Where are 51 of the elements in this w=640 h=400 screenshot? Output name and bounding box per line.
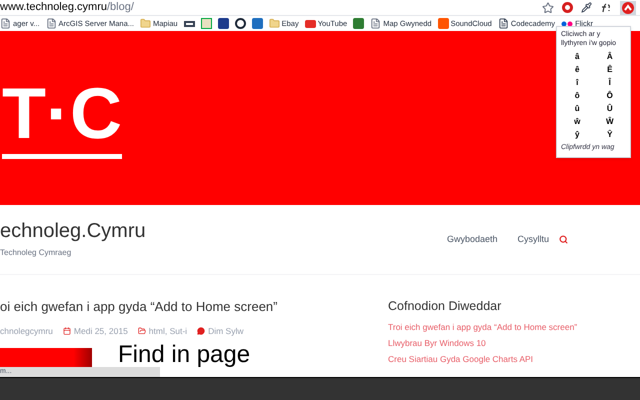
cloud-icon bbox=[438, 18, 449, 29]
letter-button[interactable]: Û bbox=[594, 103, 626, 115]
app-icon bbox=[200, 18, 212, 29]
address-field[interactable]: www.technoleg.cymru/blog/ bbox=[0, 2, 542, 13]
stop-sign-icon[interactable] bbox=[562, 2, 573, 13]
bookmark[interactable] bbox=[218, 18, 229, 29]
letter-button[interactable]: û bbox=[561, 103, 594, 115]
letter-button[interactable]: â bbox=[561, 51, 594, 63]
letter-button[interactable]: Ŵ bbox=[594, 116, 626, 128]
bookmark[interactable] bbox=[184, 20, 195, 26]
folder-icon bbox=[268, 18, 280, 29]
eyedropper-icon[interactable] bbox=[581, 2, 592, 13]
nav-link[interactable]: Gwybodaeth bbox=[446, 232, 498, 246]
letter-button[interactable]: Î bbox=[594, 77, 626, 89]
letter-button[interactable]: Ŷ bbox=[594, 129, 626, 141]
site-logo: T·C bbox=[2, 78, 122, 158]
search-icon[interactable] bbox=[559, 235, 568, 244]
letter-button[interactable]: Ê bbox=[594, 64, 626, 76]
calendar-icon bbox=[62, 326, 71, 335]
play-icon bbox=[304, 20, 316, 28]
page-icon bbox=[370, 18, 382, 29]
letter-button[interactable]: î bbox=[561, 77, 594, 89]
site-tagline: Technoleg Cymraeg bbox=[0, 246, 72, 258]
function-icon[interactable] bbox=[600, 2, 612, 13]
app-icon bbox=[353, 18, 364, 29]
extension-button[interactable] bbox=[620, 0, 636, 14]
letter-button[interactable]: ô bbox=[561, 90, 594, 102]
folder-icon bbox=[140, 18, 151, 29]
app-icon bbox=[218, 18, 229, 29]
star-icon[interactable] bbox=[542, 2, 554, 14]
letter-button[interactable]: Â bbox=[594, 51, 626, 63]
app-icon bbox=[252, 18, 263, 29]
bookmark[interactable] bbox=[234, 18, 246, 29]
app-icon bbox=[184, 20, 195, 26]
dots-icon bbox=[561, 20, 574, 26]
image-caption: Find in page bbox=[118, 343, 250, 368]
page-icon bbox=[46, 18, 57, 29]
folder-icon bbox=[138, 326, 146, 335]
nav-link[interactable]: Cysylltu bbox=[517, 232, 549, 246]
page-icon bbox=[0, 18, 11, 29]
sidebar-heading: Cofnodion Diweddar bbox=[388, 298, 502, 315]
site-title[interactable]: echnoleg.Cymru bbox=[0, 220, 447, 240]
post-date: Medi 25, 2015 bbox=[74, 324, 128, 338]
letter-button[interactable]: ŷ bbox=[561, 129, 594, 141]
letter-button[interactable]: ŵ bbox=[561, 116, 594, 128]
letter-button[interactable]: ê bbox=[561, 64, 594, 76]
document-icon bbox=[498, 18, 509, 29]
letter-button[interactable]: Ô bbox=[594, 90, 626, 102]
post-title[interactable]: oi eich gwefan i app gyda “Add to Home screen” bbox=[0, 297, 388, 316]
app-icon bbox=[234, 18, 246, 29]
comment-icon bbox=[197, 326, 206, 335]
